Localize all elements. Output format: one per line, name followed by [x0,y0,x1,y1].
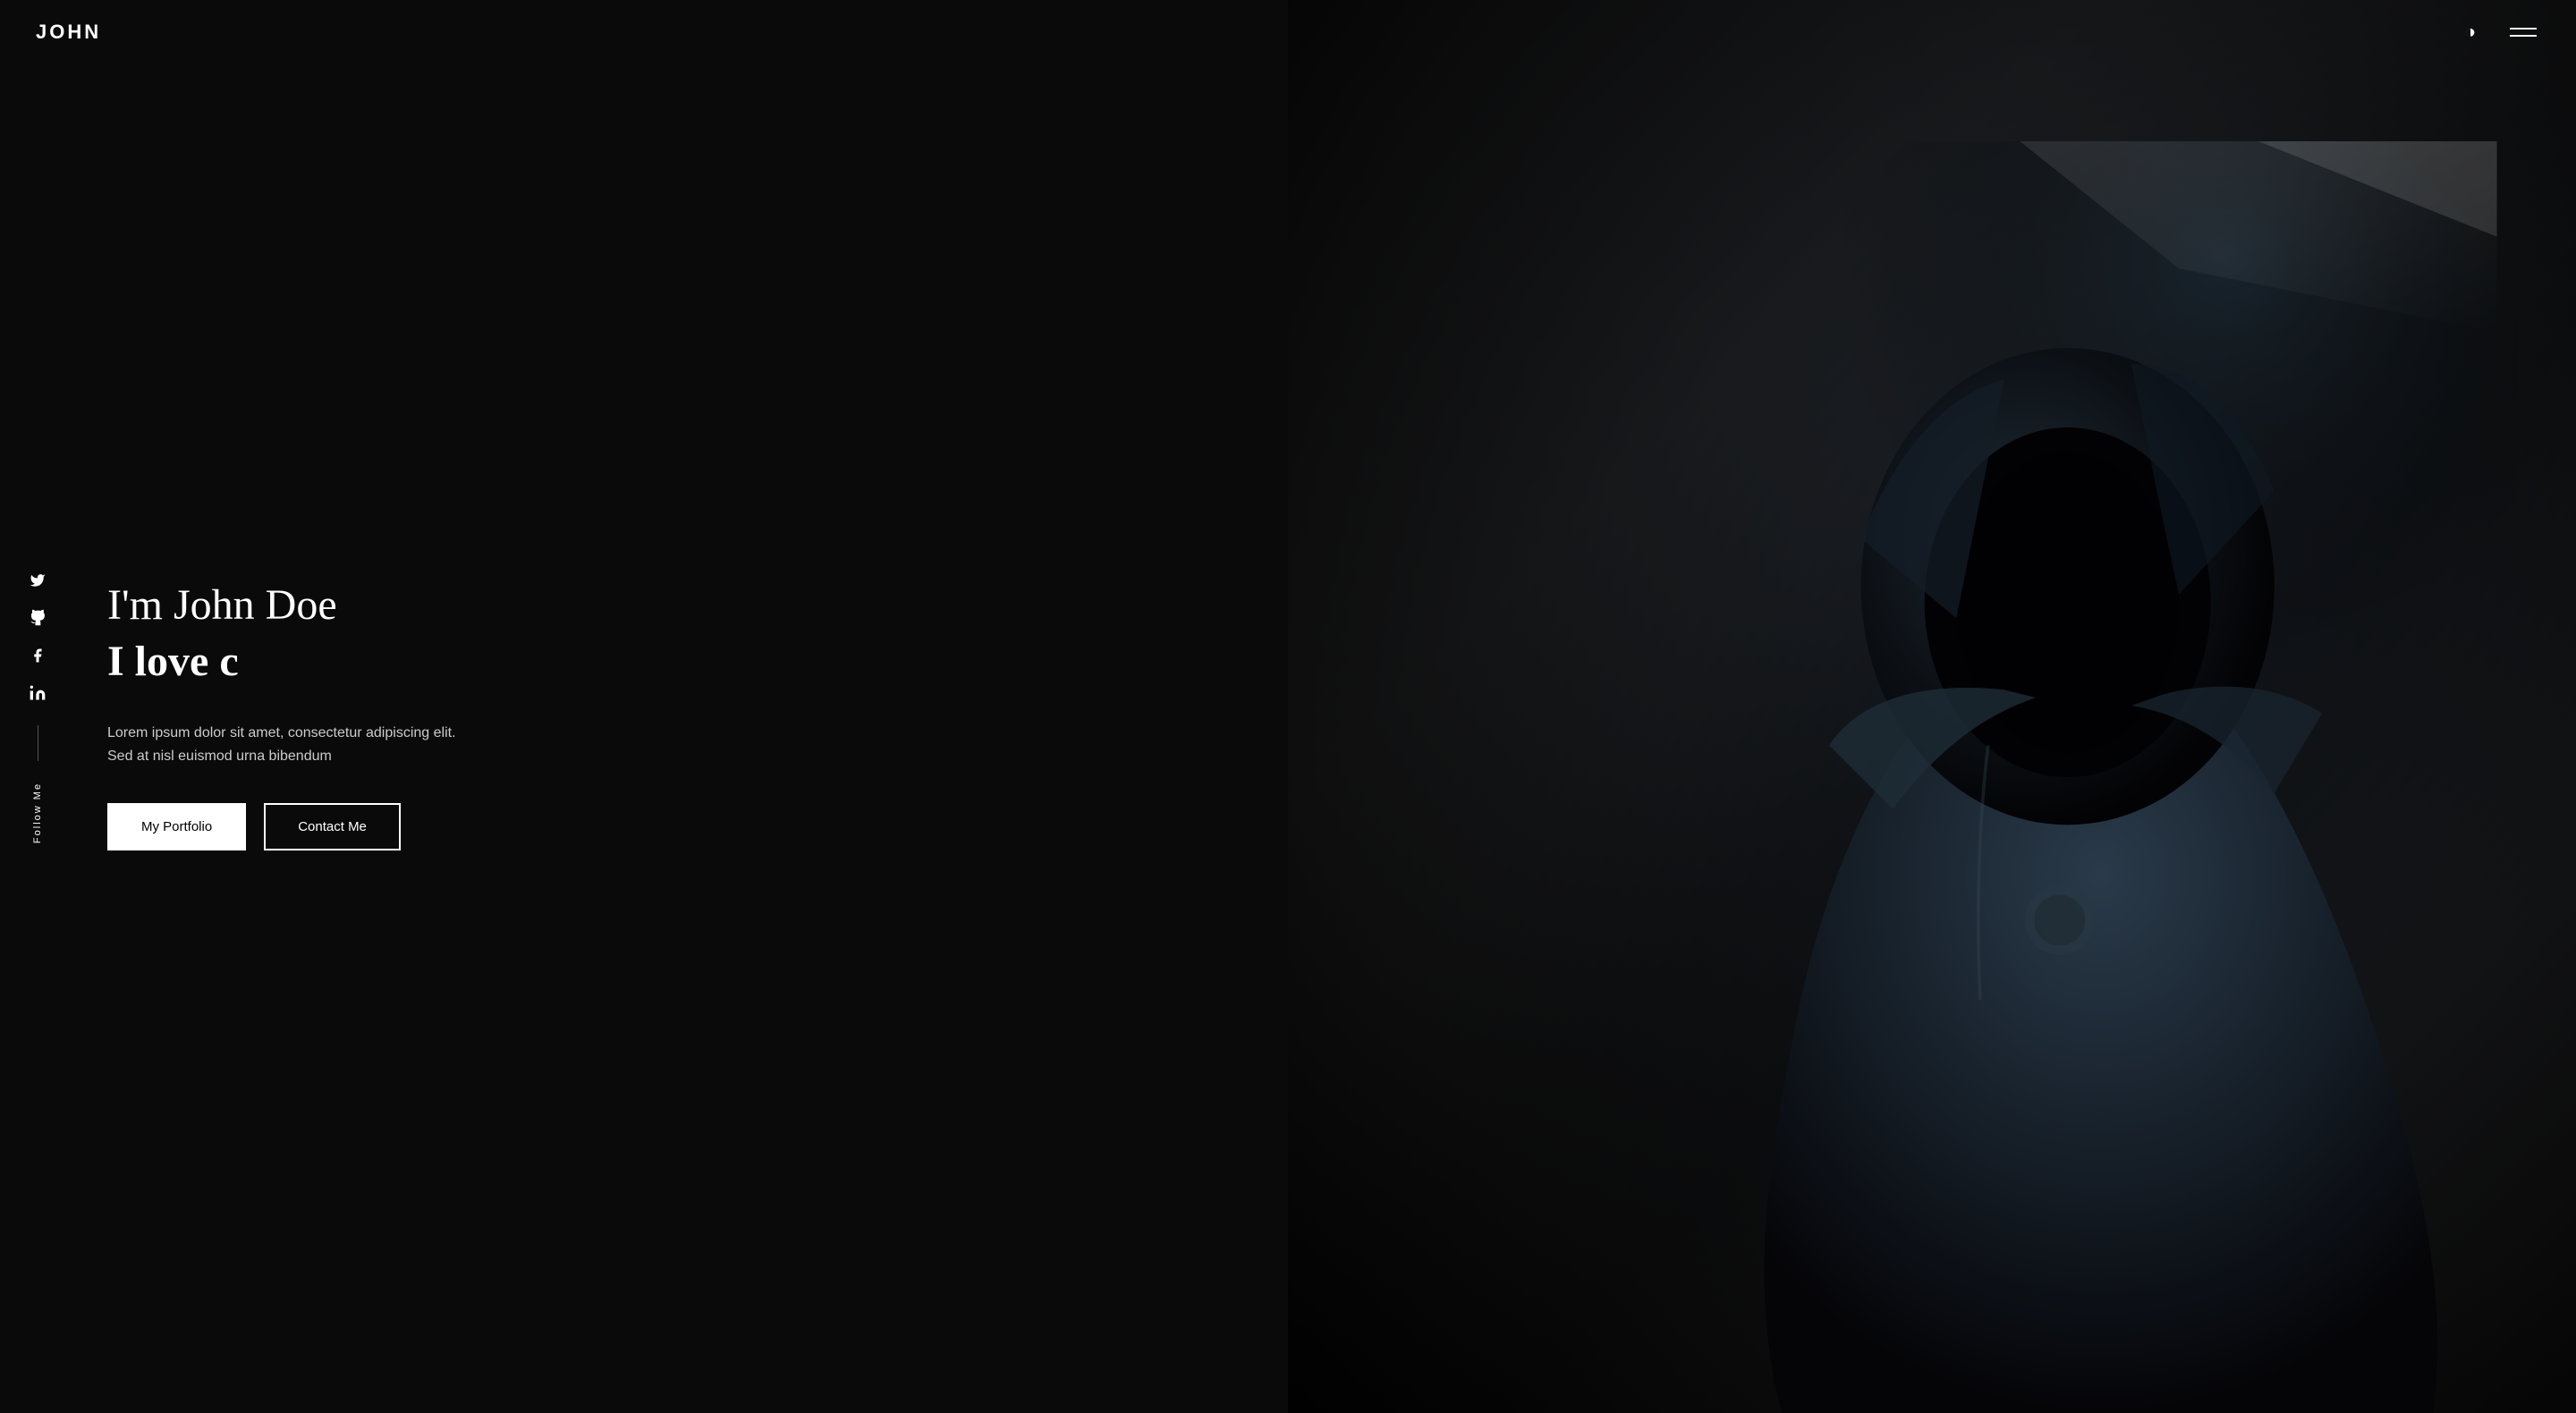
facebook-icon[interactable] [27,645,48,666]
page-wrapper: Follow Me I'm John Doe I love c Lorem ip… [0,0,2576,1413]
site-logo: JOHN [36,21,101,44]
portfolio-button[interactable]: My Portfolio [107,803,246,850]
hamburger-menu-button[interactable] [2506,24,2540,40]
linkedin-icon[interactable] [27,682,48,704]
hero-tagline: I love c [107,637,1288,686]
hooded-figure [1681,141,2518,1413]
hero-content: I'm John Doe I love c Lorem ipsum dolor … [107,580,1288,850]
social-sidebar: Follow Me [27,570,48,843]
left-panel: Follow Me I'm John Doe I love c Lorem ip… [0,0,1288,1413]
hamburger-line-1 [2510,28,2537,30]
hero-buttons: My Portfolio Contact Me [107,803,1288,850]
hamburger-line-2 [2510,35,2537,37]
theme-toggle-button[interactable]: ◑ [2456,18,2485,47]
twitter-icon[interactable] [27,570,48,591]
github-icon[interactable] [27,607,48,629]
site-header: JOHN ◑ [0,0,2576,64]
header-right: ◑ [2456,18,2540,47]
hero-image [1288,0,2576,1413]
follow-label: Follow Me [32,783,43,843]
hero-name: I'm John Doe [107,580,1288,630]
right-panel [1288,0,2576,1413]
hero-description: Lorem ipsum dolor sit amet, consectetur … [107,722,483,767]
contact-button[interactable]: Contact Me [264,803,401,850]
